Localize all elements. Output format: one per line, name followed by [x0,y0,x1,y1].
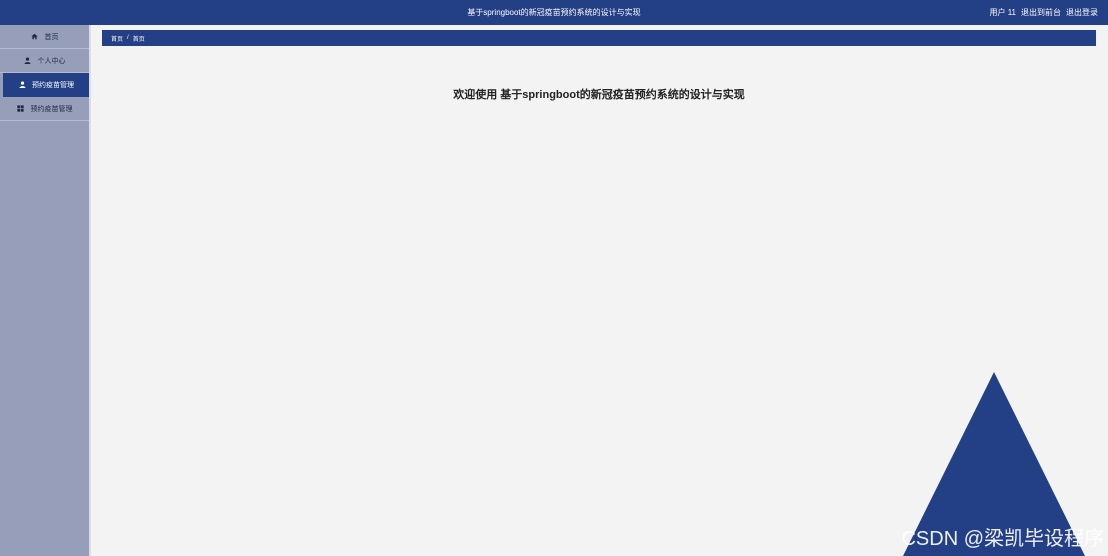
sidebar-item-label: 预约疫苗管理 [30,105,73,113]
breadcrumb-current: 首页 [132,36,145,43]
breadcrumb: 首页 / 首页 [102,30,1096,46]
breadcrumb-separator: / [127,35,129,41]
sidebar: 首页 个人中心 预约疫苗管理 预约疫苗管理 [0,25,89,556]
home-icon [31,33,39,41]
sidebar-item-vaccine-appointment[interactable]: 预约疫苗管理 [3,73,89,97]
grid-icon [17,105,25,113]
app-page: 基于springboot的新冠疫苗预约系统的设计与实现 用户 11 退出到前台 … [0,0,1108,556]
top-header: 基于springboot的新冠疫苗预约系统的设计与实现 用户 11 退出到前台 … [0,0,1108,25]
logout-link[interactable]: 退出登录 [1066,0,1098,25]
app-title: 基于springboot的新冠疫苗预约系统的设计与实现 [467,8,641,17]
sidebar-divider [89,25,91,556]
user-name: 用户 11 [989,8,1016,17]
user-icon [18,81,26,89]
header-links: 用户 11 退出到前台 退出登录 [989,0,1098,25]
welcome-message: 欢迎使用 基于springboot的新冠疫苗预约系统的设计与实现 [453,89,745,101]
sidebar-item-label: 预约疫苗管理 [32,81,74,89]
sidebar-item-vaccine-management[interactable]: 预约疫苗管理 [0,97,89,121]
sidebar-item-label: 个人中心 [37,57,66,65]
sidebar-item-label: 首页 [44,33,59,41]
breadcrumb-home[interactable]: 首页 [111,34,123,43]
watermark: CSDN @梁凯毕设程序 [901,528,1104,550]
user-icon [24,57,32,65]
back-to-front-link[interactable]: 退出到前台 [1021,0,1061,25]
sidebar-item-home[interactable]: 首页 [0,25,89,49]
sidebar-item-personal-center[interactable]: 个人中心 [0,49,89,73]
